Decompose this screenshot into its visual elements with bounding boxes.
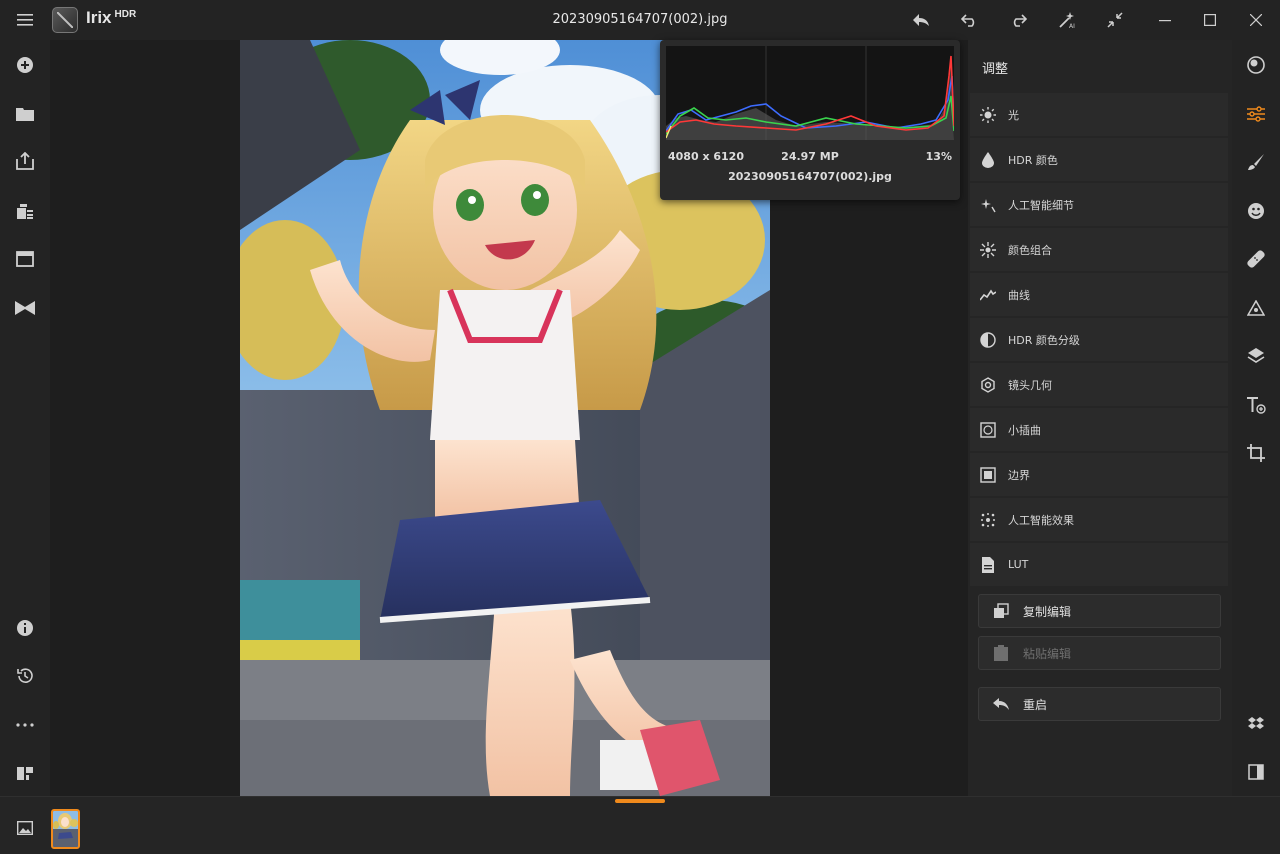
- presets-icon[interactable]: [1244, 53, 1268, 77]
- color-grade-icon: [980, 331, 996, 348]
- adjust-item-curves[interactable]: 曲线: [970, 273, 1228, 316]
- folder-icon[interactable]: [13, 101, 37, 125]
- svg-text:AI: AI: [1069, 23, 1075, 29]
- triangle-icon[interactable]: [1244, 296, 1268, 320]
- adjust-item-ai-detail[interactable]: 人工智能细节: [970, 183, 1228, 226]
- adjust-item-label: 镜头几何: [1008, 378, 1052, 392]
- sparkle-icon: [980, 197, 996, 213]
- share-back-icon[interactable]: [908, 0, 934, 40]
- adjust-item-light[interactable]: 光: [970, 93, 1228, 136]
- thumbnail[interactable]: [51, 809, 80, 849]
- left-toolbar: [0, 40, 50, 796]
- window-icon[interactable]: [13, 247, 37, 271]
- filmstrip-handle[interactable]: [615, 799, 665, 803]
- adjust-item-label: 颜色组合: [1008, 243, 1052, 257]
- filmstrip: [0, 796, 1280, 854]
- maximize-icon[interactable]: [1197, 0, 1223, 40]
- collapse-icon[interactable]: [1102, 0, 1128, 40]
- image-megapixels: 24.97 MP: [781, 150, 839, 163]
- adjust-item-color-mix[interactable]: 颜色组合: [970, 228, 1228, 271]
- vignette-icon: [980, 421, 996, 438]
- close-icon[interactable]: [1243, 0, 1269, 40]
- image-icon[interactable]: [13, 816, 37, 840]
- bowtie-icon[interactable]: [13, 296, 37, 320]
- layers-icon[interactable]: [1244, 344, 1268, 368]
- curve-icon: [980, 287, 996, 303]
- adjust-item-hdr-color-grading[interactable]: HDR 颜色分级: [970, 318, 1228, 361]
- adjust-item-vignette[interactable]: 小插曲: [970, 408, 1228, 451]
- title-bar: Irix HDR 20230905164707(002).jpg AI: [0, 0, 1280, 40]
- adjust-item-hdr-color[interactable]: HDR 颜色: [970, 138, 1228, 181]
- lens-icon: [980, 376, 996, 393]
- adjust-item-label: HDR 颜色分级: [1008, 333, 1080, 347]
- export-icon[interactable]: [13, 149, 37, 173]
- adjust-item-label: 人工智能效果: [1008, 513, 1074, 527]
- gift-icon[interactable]: [13, 760, 37, 784]
- adjust-item-label: 人工智能细节: [1008, 198, 1074, 212]
- zoom-level: 13%: [925, 150, 952, 163]
- adjust-item-label: HDR 颜色: [1008, 153, 1058, 167]
- adjust-item-ai-effects[interactable]: 人工智能效果: [970, 498, 1228, 541]
- color-mix-icon: [980, 241, 996, 258]
- app-name: Irix HDR: [86, 8, 137, 27]
- adjust-item-label: 小插曲: [1008, 423, 1041, 437]
- border-icon: [980, 466, 996, 483]
- text-add-icon[interactable]: [1244, 393, 1268, 417]
- drop-icon: [980, 151, 996, 168]
- sun-icon: [980, 106, 996, 123]
- histogram-panel: 4080 x 6120 24.97 MP 13% 20230905164707(…: [660, 40, 960, 200]
- brush-icon[interactable]: [1244, 150, 1268, 174]
- window-title: 20230905164707(002).jpg: [552, 12, 728, 27]
- crop-icon[interactable]: [1244, 441, 1268, 465]
- copy-icon: [993, 603, 1009, 619]
- undo-icon[interactable]: [957, 0, 983, 40]
- add-icon[interactable]: [13, 53, 37, 77]
- adjust-item-lut[interactable]: LUT: [970, 543, 1228, 586]
- app-logo-icon: [52, 7, 78, 33]
- histogram-graph: [665, 46, 955, 140]
- adjust-item-label: LUT: [1008, 558, 1029, 571]
- clipboard-icon: [993, 645, 1009, 661]
- adjust-item-lens-geometry[interactable]: 镜头几何: [970, 363, 1228, 406]
- lut-file-icon: [980, 556, 996, 573]
- adjust-panel: 调整 光 HDR 颜色 人工智能细节 颜色组合 曲线 HDR 颜色分级 镜头几何…: [968, 40, 1232, 796]
- dropbox-icon[interactable]: [1244, 713, 1268, 737]
- adjust-sliders-icon[interactable]: [1244, 102, 1268, 126]
- right-toolbar: [1232, 40, 1280, 796]
- heal-icon[interactable]: [1244, 247, 1268, 271]
- menu-icon[interactable]: [10, 0, 40, 40]
- histogram-filename: 20230905164707(002).jpg: [728, 170, 892, 183]
- info-icon[interactable]: [13, 616, 37, 640]
- panel-title: 调整: [982, 62, 1009, 77]
- ai-magic-icon[interactable]: AI: [1054, 0, 1080, 40]
- adjust-item-label: 光: [1008, 108, 1019, 122]
- adjust-item-label: 边界: [1008, 468, 1030, 482]
- batch-icon[interactable]: [13, 199, 37, 223]
- compare-icon[interactable]: [1244, 760, 1268, 784]
- history-icon[interactable]: [13, 664, 37, 688]
- minimize-icon[interactable]: [1152, 0, 1178, 40]
- reset-icon: [993, 696, 1009, 712]
- face-icon[interactable]: [1244, 199, 1268, 223]
- reset-button[interactable]: 重启: [978, 687, 1221, 721]
- copy-edit-button[interactable]: 复制编辑: [978, 594, 1221, 628]
- paste-edit-button[interactable]: 粘贴编辑: [978, 636, 1221, 670]
- adjust-item-border[interactable]: 边界: [970, 453, 1228, 496]
- redo-icon[interactable]: [1005, 0, 1031, 40]
- adjust-item-label: 曲线: [1008, 288, 1030, 302]
- ai-effect-icon: [980, 512, 996, 528]
- more-icon[interactable]: [13, 713, 37, 737]
